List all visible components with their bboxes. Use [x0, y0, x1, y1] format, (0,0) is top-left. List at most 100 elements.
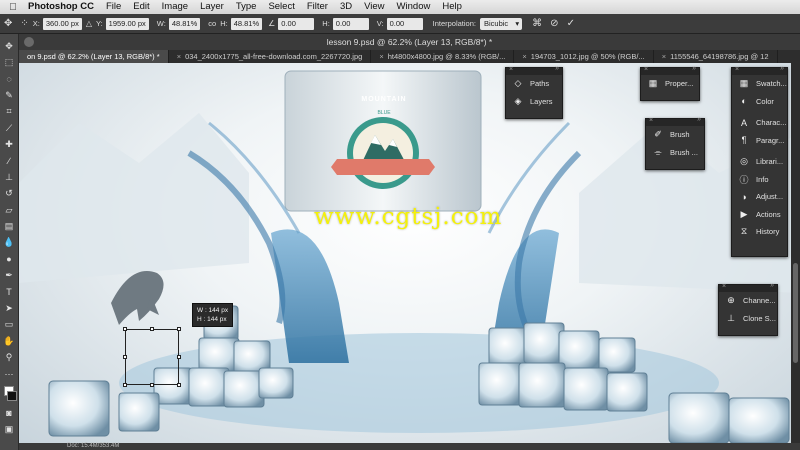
collapse-icon[interactable]: »	[780, 65, 784, 72]
pen-tool-icon[interactable]: ✒	[2, 267, 17, 283]
background-color-swatch[interactable]	[7, 391, 17, 402]
blur-tool-icon[interactable]: 💧	[2, 235, 17, 251]
marquee-tool-icon[interactable]: ⬚	[2, 54, 17, 70]
w-field[interactable]: 48.81%	[168, 17, 201, 30]
transform-handle-l[interactable]	[123, 355, 127, 359]
vskew-field[interactable]: 0.00	[386, 17, 423, 30]
panel-item-channels[interactable]: ⊕ Channe...	[719, 292, 777, 310]
menu-window[interactable]: Window	[391, 0, 437, 14]
warp-icon[interactable]: ⌘	[532, 18, 542, 29]
menu-edit[interactable]: Edit	[127, 0, 155, 14]
gradient-tool-icon[interactable]: ▤	[2, 218, 17, 234]
panel-item-brush[interactable]: ✐ Brush	[646, 126, 704, 144]
transform-handle-tl[interactable]	[123, 327, 127, 331]
path-select-tool-icon[interactable]: ➤	[2, 300, 17, 316]
vertical-scrollbar[interactable]	[791, 63, 800, 443]
transform-handle-r[interactable]	[177, 355, 181, 359]
shape-tool-icon[interactable]: ▭	[2, 317, 17, 333]
close-icon[interactable]: ×	[177, 52, 181, 61]
panel-item-clone-source[interactable]: ⊥ Clone S...	[719, 310, 777, 328]
cancel-transform-icon[interactable]: ⊘	[550, 18, 558, 29]
menu-image[interactable]: Image	[156, 0, 194, 14]
brush-tool-icon[interactable]: ∕	[2, 153, 17, 169]
eraser-tool-icon[interactable]: ▱	[2, 202, 17, 218]
hskew-field[interactable]: 0.00	[332, 17, 369, 30]
close-icon[interactable]: ×	[722, 283, 726, 290]
menu-help[interactable]: Help	[436, 0, 468, 14]
menu-filter[interactable]: Filter	[301, 0, 334, 14]
watermark-text: www.cgtsj.com	[314, 204, 503, 230]
panel-item-brush-presets[interactable]: ⌯ Brush ...	[646, 144, 704, 162]
transform-handle-tr[interactable]	[177, 327, 181, 331]
more-tools-icon[interactable]: ⋯	[2, 366, 17, 382]
panel-item-properties[interactable]: ▦ Proper...	[641, 75, 699, 93]
close-icon[interactable]: ×	[644, 66, 648, 73]
panel-item-color[interactable]: ◐ Color	[732, 93, 787, 111]
transform-handle-t[interactable]	[150, 327, 154, 331]
transform-handle-bl[interactable]	[123, 383, 127, 387]
quick-select-tool-icon[interactable]: ✎	[2, 87, 17, 103]
collapse-icon[interactable]: »	[692, 65, 696, 72]
eyedropper-tool-icon[interactable]: ⟋	[2, 120, 17, 136]
panel-item-info[interactable]: ⓘ Info	[732, 171, 787, 189]
angle-field[interactable]: 0.00	[278, 17, 315, 30]
reference-point-icon[interactable]: ⁘	[20, 18, 28, 29]
history-brush-tool-icon[interactable]: ↺	[2, 186, 17, 202]
tab-034[interactable]: × 034_2400x1775_all-free-download.com_226…	[169, 50, 372, 63]
move-tool-icon[interactable]: ✥	[2, 38, 17, 54]
transform-handle-b[interactable]	[150, 383, 154, 387]
menu-3d[interactable]: 3D	[334, 0, 358, 14]
panel-item-history[interactable]: ⧖ History	[732, 223, 787, 241]
tab-194703[interactable]: × 194703_1012.jpg @ 50% (RGB/...	[514, 50, 654, 63]
app-menu[interactable]: Photoshop CC	[26, 0, 100, 14]
collapse-icon[interactable]: »	[555, 65, 559, 72]
zoom-tool-icon[interactable]: ⚲	[2, 349, 17, 365]
menu-file[interactable]: File	[100, 0, 127, 14]
menu-view[interactable]: View	[358, 0, 390, 14]
lasso-tool-icon[interactable]: ◌	[2, 71, 17, 87]
doc-size-status[interactable]: Doc: 15.4M/353.4M	[67, 443, 119, 449]
collapse-icon[interactable]: »	[697, 116, 701, 123]
panel-item-paths[interactable]: ◇ Paths	[506, 75, 562, 93]
apple-icon[interactable]: 	[0, 2, 26, 13]
healing-tool-icon[interactable]: ✚	[2, 136, 17, 152]
close-icon[interactable]: ×	[379, 52, 383, 61]
commit-transform-icon[interactable]: ✓	[567, 18, 575, 29]
tab-lesson9[interactable]: on 9.psd @ 62.2% (Layer 13, RGB/8*) *	[19, 50, 169, 63]
close-icon[interactable]: ×	[509, 66, 513, 73]
h-field[interactable]: 48.81%	[230, 17, 263, 30]
panel-item-paragraph[interactable]: ¶ Paragr...	[732, 132, 787, 150]
quick-mask-icon[interactable]: ◙	[2, 405, 17, 421]
dodge-tool-icon[interactable]: ●	[2, 251, 17, 267]
x-field[interactable]: 360.00 px	[42, 17, 82, 30]
y-field[interactable]: 1959.00 px	[105, 17, 149, 30]
tab-ht4800[interactable]: × ht4800x4800.jpg @ 8.33% (RGB/...	[371, 50, 515, 63]
close-icon[interactable]: ×	[522, 52, 526, 61]
menu-type[interactable]: Type	[230, 0, 263, 14]
panel-item-character[interactable]: A Charac...	[732, 114, 787, 132]
crop-tool-icon[interactable]: ⌗	[2, 104, 17, 120]
close-icon[interactable]: ×	[735, 66, 739, 73]
menu-layer[interactable]: Layer	[194, 0, 230, 14]
panel-item-actions[interactable]: ▶ Actions	[732, 206, 787, 224]
interpolation-select[interactable]: Bicubic	[479, 17, 523, 30]
transform-bounding-box[interactable]	[123, 327, 181, 387]
scrollbar-thumb[interactable]	[793, 263, 798, 363]
close-icon[interactable]: ×	[649, 117, 653, 124]
panel-label: History	[756, 227, 780, 237]
hand-tool-icon[interactable]: ✋	[2, 333, 17, 349]
menu-select[interactable]: Select	[262, 0, 300, 14]
type-tool-icon[interactable]: T	[2, 284, 17, 300]
panel-item-libraries[interactable]: ◎ Librari...	[732, 153, 787, 171]
tab-1155546[interactable]: × 1155546_64198786.jpg @ 12	[654, 50, 778, 63]
collapse-icon[interactable]: »	[770, 282, 774, 289]
link-icon[interactable]: co	[208, 19, 216, 28]
panel-item-adjustments[interactable]: ◑ Adjust...	[732, 188, 787, 206]
clone-stamp-tool-icon[interactable]: ⊥	[2, 169, 17, 185]
close-icon[interactable]: ×	[662, 52, 666, 61]
transform-handle-br[interactable]	[177, 383, 181, 387]
panel-item-swatches[interactable]: ▦ Swatch...	[732, 75, 787, 93]
panel-item-layers[interactable]: ◈ Layers	[506, 93, 562, 111]
window-close-button[interactable]	[24, 37, 34, 47]
screen-mode-icon[interactable]: ▣	[2, 422, 17, 438]
